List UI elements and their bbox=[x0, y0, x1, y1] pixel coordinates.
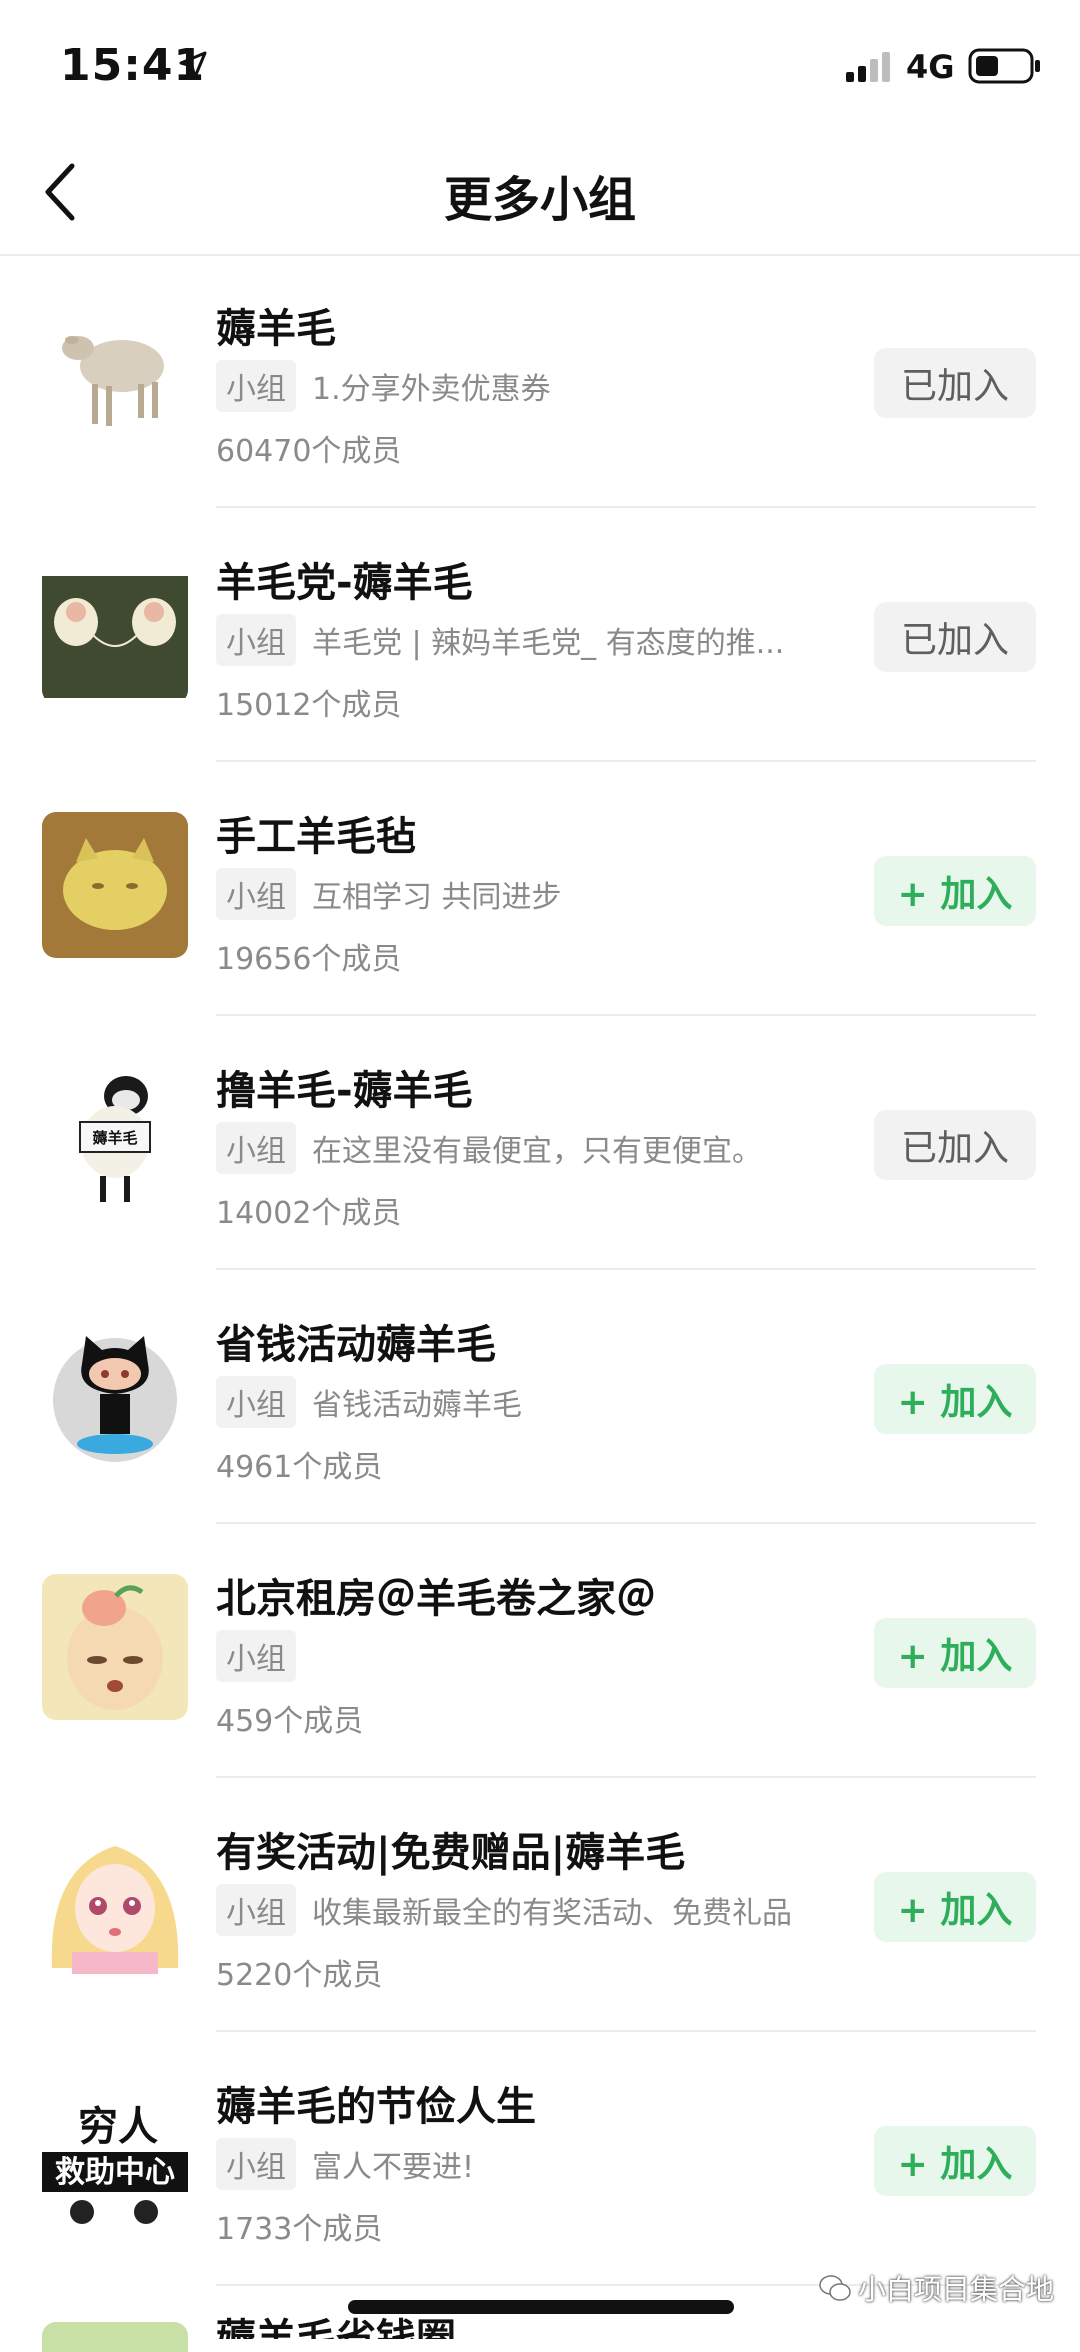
wechat-icon bbox=[819, 2275, 851, 2301]
member-count: 5220个成员 bbox=[216, 1958, 383, 1993]
network-label: 4G bbox=[906, 48, 955, 86]
home-indicator[interactable] bbox=[348, 2300, 734, 2314]
group-name: 北京租房＠羊毛卷之家＠ bbox=[216, 1576, 656, 1622]
group-tag: 小组 bbox=[216, 2138, 296, 2190]
peach-face-avatar bbox=[42, 1574, 188, 1720]
group-info: 小组 在这里没有最便宜，只有更便宜。 bbox=[216, 1122, 836, 1174]
group-description: 富人不要进! bbox=[312, 2150, 475, 2185]
member-count: 60470个成员 bbox=[216, 434, 402, 469]
join-button[interactable]: + 加入 bbox=[874, 856, 1036, 926]
group-tag: 小组 bbox=[216, 1376, 296, 1428]
group-name: 薅羊毛 bbox=[216, 306, 336, 352]
join-button[interactable]: + 加入 bbox=[874, 1872, 1036, 1942]
group-tag: 小组 bbox=[216, 1630, 296, 1682]
list-item[interactable]: 有奖活动|免费赠品|薅羊毛 小组 收集最新最全的有奖活动、免费礼品 5220个成员… bbox=[0, 1778, 1080, 2032]
group-info: 小组 羊毛党 | 辣妈羊毛党_ 有态度的推... bbox=[216, 614, 836, 666]
list-item[interactable]: 穷人 救助中心 薅羊毛的节俭人生 小组 富人不要进! 1733个成员 + 加入 bbox=[0, 2032, 1080, 2286]
member-count: 19656个成员 bbox=[216, 942, 402, 977]
group-description: 收集最新最全的有奖活动、免费礼品 bbox=[312, 1896, 792, 1931]
list-item[interactable]: 手工羊毛毡 小组 互相学习 共同进步 19656个成员 + 加入 bbox=[0, 762, 1080, 1016]
member-count: 4961个成员 bbox=[216, 1450, 383, 1485]
group-info: 小组 收集最新最全的有奖活动、免费礼品 bbox=[216, 1884, 836, 1936]
signal-icon bbox=[846, 52, 890, 82]
group-description: 羊毛党 | 辣妈羊毛党_ 有态度的推... bbox=[312, 626, 785, 661]
joined-button[interactable]: 已加入 bbox=[874, 348, 1036, 418]
list-item[interactable]: 薅羊毛 小组 1.分享外卖优惠券 60470个成员 已加入 bbox=[0, 254, 1080, 508]
group-info: 小组 省钱活动薅羊毛 bbox=[216, 1376, 836, 1428]
octocat-avatar bbox=[42, 1320, 188, 1466]
group-tag: 小组 bbox=[216, 868, 296, 920]
join-button[interactable]: + 加入 bbox=[874, 2126, 1036, 2196]
sheep-knitting-avatar bbox=[42, 558, 188, 704]
poor-help-center-avatar: 穷人 救助中心 bbox=[42, 2082, 188, 2228]
nav-bar: 更多小组 bbox=[0, 130, 1080, 256]
list-item[interactable]: 羊毛党-薅羊毛 小组 羊毛党 | 辣妈羊毛党_ 有态度的推... 15012个成员… bbox=[0, 508, 1080, 762]
group-info: 小组 bbox=[216, 1630, 836, 1682]
group-list: 薅羊毛 小组 1.分享外卖优惠券 60470个成员 已加入 羊毛党-薅羊毛 小组羊… bbox=[0, 254, 1080, 2286]
group-info: 小组 1.分享外卖优惠券 bbox=[216, 360, 836, 412]
group-description: 省钱活动薅羊毛 bbox=[312, 1388, 522, 1423]
status-bar: 15:41 4G bbox=[0, 0, 1080, 130]
next-group-avatar[interactable] bbox=[42, 2322, 188, 2352]
group-tag: 小组 bbox=[216, 1122, 296, 1174]
group-name: 薅羊毛的节俭人生 bbox=[216, 2084, 536, 2130]
anime-girl-avatar bbox=[42, 1828, 188, 1974]
group-description: 互相学习 共同进步 bbox=[312, 880, 562, 915]
group-info: 小组 互相学习 共同进步 bbox=[216, 868, 836, 920]
group-tag: 小组 bbox=[216, 360, 296, 412]
join-button[interactable]: + 加入 bbox=[874, 1364, 1036, 1434]
joined-button[interactable]: 已加入 bbox=[874, 1110, 1036, 1180]
sheep-photo-avatar bbox=[42, 304, 188, 450]
member-count: 14002个成员 bbox=[216, 1196, 402, 1231]
next-group-name[interactable]: 薅羊毛省钱圈 bbox=[216, 2316, 456, 2339]
group-info: 小组 富人不要进! bbox=[216, 2138, 836, 2190]
group-name: 省钱活动薅羊毛 bbox=[216, 1322, 496, 1368]
location-arrow-icon bbox=[179, 51, 207, 79]
group-name: 羊毛党-薅羊毛 bbox=[216, 560, 473, 606]
watermark-text: 小白项目集合地 bbox=[857, 2273, 1054, 2306]
group-name: 有奖活动|免费赠品|薅羊毛 bbox=[216, 1830, 686, 1876]
avatar-text-bottom: 救助中心 bbox=[55, 2155, 175, 2190]
felt-cat-avatar bbox=[42, 812, 188, 958]
member-count: 459个成员 bbox=[216, 1704, 364, 1739]
watermark: 小白项目集合地 bbox=[818, 2268, 1054, 2308]
page-title: 更多小组 bbox=[443, 172, 636, 228]
list-item[interactable]: 北京租房＠羊毛卷之家＠ 小组 459个成员 + 加入 bbox=[0, 1524, 1080, 1778]
avatar-text-top: 穷人 bbox=[78, 2104, 158, 2150]
battery-icon bbox=[968, 48, 1040, 84]
group-description: 1.分享外卖优惠券 bbox=[312, 372, 551, 407]
cartoon-sheep-sign-avatar: 薅羊毛 bbox=[42, 1066, 188, 1212]
group-name: 撸羊毛-薅羊毛 bbox=[216, 1068, 473, 1114]
member-count: 15012个成员 bbox=[216, 688, 402, 723]
list-item[interactable]: 省钱活动薅羊毛 小组 省钱活动薅羊毛 4961个成员 + 加入 bbox=[0, 1270, 1080, 1524]
group-name: 手工羊毛毡 bbox=[216, 814, 416, 860]
join-button[interactable]: + 加入 bbox=[874, 1618, 1036, 1688]
group-tag: 小组 bbox=[216, 1884, 296, 1936]
group-description: 在这里没有最便宜，只有更便宜。 bbox=[312, 1134, 762, 1169]
list-item[interactable]: 薅羊毛 撸羊毛-薅羊毛 小组 在这里没有最便宜，只有更便宜。 14002个成员 已… bbox=[0, 1016, 1080, 1270]
sign-text: 薅羊毛 bbox=[92, 1129, 137, 1147]
group-tag: 小组 bbox=[216, 614, 296, 666]
joined-button[interactable]: 已加入 bbox=[874, 602, 1036, 672]
member-count: 1733个成员 bbox=[216, 2212, 383, 2247]
